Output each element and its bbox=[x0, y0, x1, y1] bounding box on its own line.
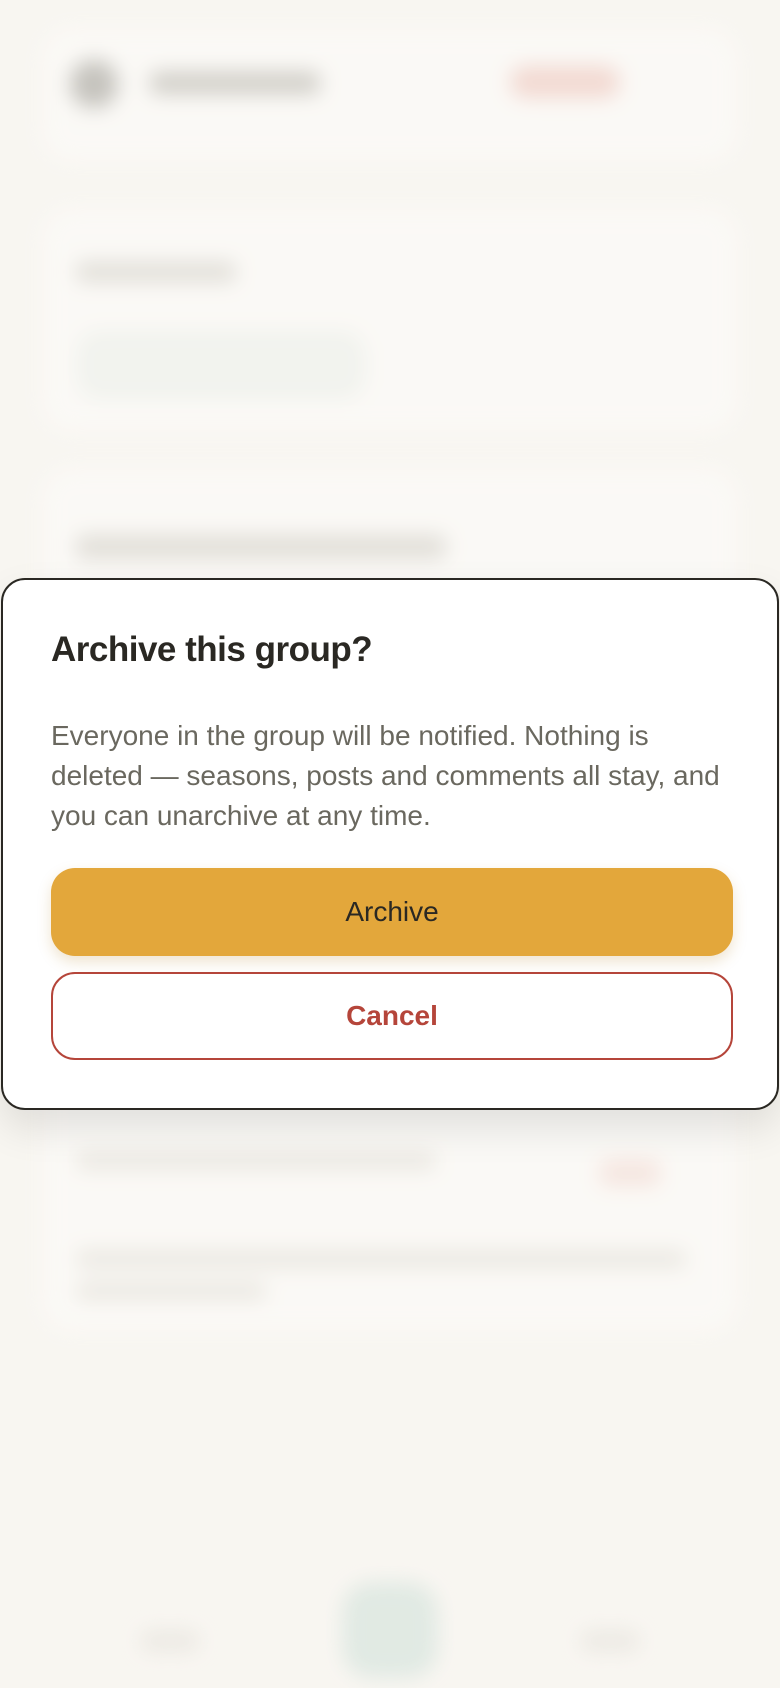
dialog-title: Archive this group? bbox=[51, 630, 373, 669]
archive-button[interactable]: Archive bbox=[51, 868, 733, 956]
dialog-message: Everyone in the group will be notified. … bbox=[51, 720, 720, 831]
cancel-button[interactable]: Cancel bbox=[51, 972, 733, 1060]
archive-group-dialog: Archive this group? Everyone in the grou… bbox=[1, 578, 779, 1110]
